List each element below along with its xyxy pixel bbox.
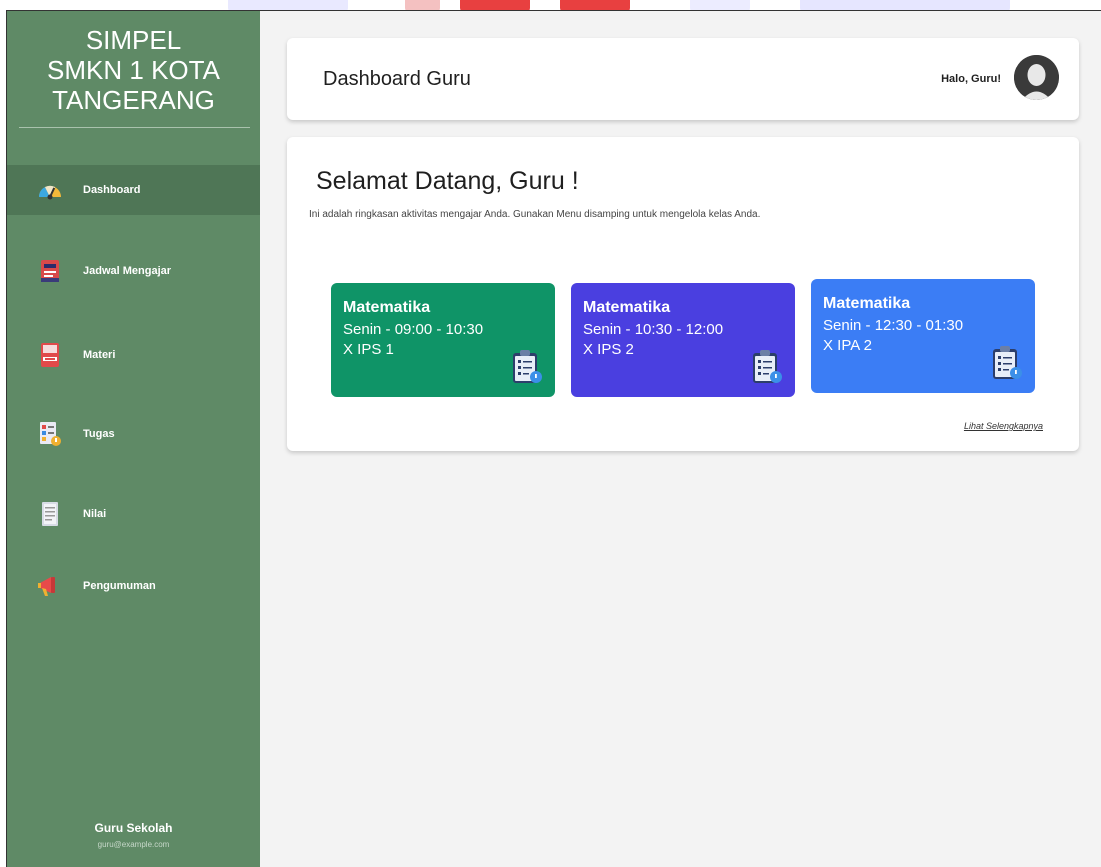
sidebar-brand: SIMPEL SMKN 1 KOTA TANGERANG <box>7 25 260 115</box>
assignment-icon <box>37 421 63 447</box>
sidebar-item-label: Jadwal Mengajar <box>83 265 172 277</box>
dashboard-gauge-icon <box>37 177 63 203</box>
sidebar-item-label: Materi <box>83 349 116 361</box>
class-subject: Matematika <box>343 299 431 316</box>
class-time: Senin - 09:00 - 10:30 <box>343 321 484 338</box>
document-icon <box>37 501 63 527</box>
clipboard-icon <box>993 346 1022 379</box>
class-room: X IPS 2 <box>583 341 634 358</box>
brand-divider <box>19 127 250 128</box>
sidebar-item-nilai[interactable]: Nilai <box>7 489 260 539</box>
sidebar-user-email: guru@example.com <box>97 840 170 849</box>
welcome-title: Selamat Datang, Guru ! <box>316 167 579 195</box>
sidebar-item-jadwal-mengajar[interactable]: Jadwal Mengajar <box>7 246 260 296</box>
calendar-book-icon <box>37 258 63 284</box>
brand-line-1: SIMPEL <box>85 25 182 55</box>
see-more-link[interactable]: Lihat Selengkapnya <box>964 421 1043 431</box>
welcome-subtitle: Ini adalah ringkasan aktivitas mengajar … <box>309 209 761 220</box>
class-subject: Matematika <box>823 295 911 312</box>
clipboard-icon <box>513 350 542 383</box>
avatar[interactable] <box>1014 55 1059 100</box>
welcome-card: Selamat Datang, Guru ! Ini adalah ringka… <box>287 137 1079 451</box>
class-time: Senin - 12:30 - 01:30 <box>823 317 964 334</box>
sidebar-item-dashboard[interactable]: Dashboard <box>7 165 260 215</box>
header-bar: Dashboard Guru Halo, Guru! <box>287 38 1079 120</box>
sidebar-item-label: Nilai <box>83 508 107 520</box>
class-card[interactable]: Matematika Senin - 12:30 - 01:30 X IPA 2 <box>811 279 1035 393</box>
class-subject: Matematika <box>583 299 671 316</box>
class-time: Senin - 10:30 - 12:00 <box>583 321 724 338</box>
user-avatar-icon <box>1014 55 1059 100</box>
clipboard-icon <box>753 350 782 383</box>
app-frame: SIMPEL SMKN 1 KOTA TANGERANG Dashboard J… <box>6 10 1101 867</box>
sidebar-item-materi[interactable]: Materi <box>7 330 260 380</box>
sidebar-item-label: Dashboard <box>83 184 141 196</box>
brand-line-3: TANGERANG <box>52 85 215 115</box>
class-card[interactable]: Matematika Senin - 09:00 - 10:30 X IPS 1 <box>331 283 555 397</box>
page-title: Dashboard Guru <box>323 68 471 90</box>
user-greeting: Halo, Guru! <box>941 73 1001 85</box>
sidebar-item-label: Pengumuman <box>83 580 156 592</box>
sidebar-user-name: Guru Sekolah <box>94 821 173 835</box>
brand-line-2: SMKN 1 KOTA <box>47 55 220 85</box>
megaphone-icon <box>37 573 63 599</box>
class-card[interactable]: Matematika Senin - 10:30 - 12:00 X IPS 2 <box>571 283 795 397</box>
sidebar-item-label: Tugas <box>83 428 115 440</box>
sidebar-item-tugas[interactable]: Tugas <box>7 409 260 459</box>
ebook-icon <box>37 342 63 368</box>
class-room: X IPS 1 <box>343 341 394 358</box>
class-room: X IPA 2 <box>823 337 872 354</box>
sidebar: SIMPEL SMKN 1 KOTA TANGERANG Dashboard J… <box>7 11 260 867</box>
sidebar-item-pengumuman[interactable]: Pengumuman <box>7 561 260 611</box>
